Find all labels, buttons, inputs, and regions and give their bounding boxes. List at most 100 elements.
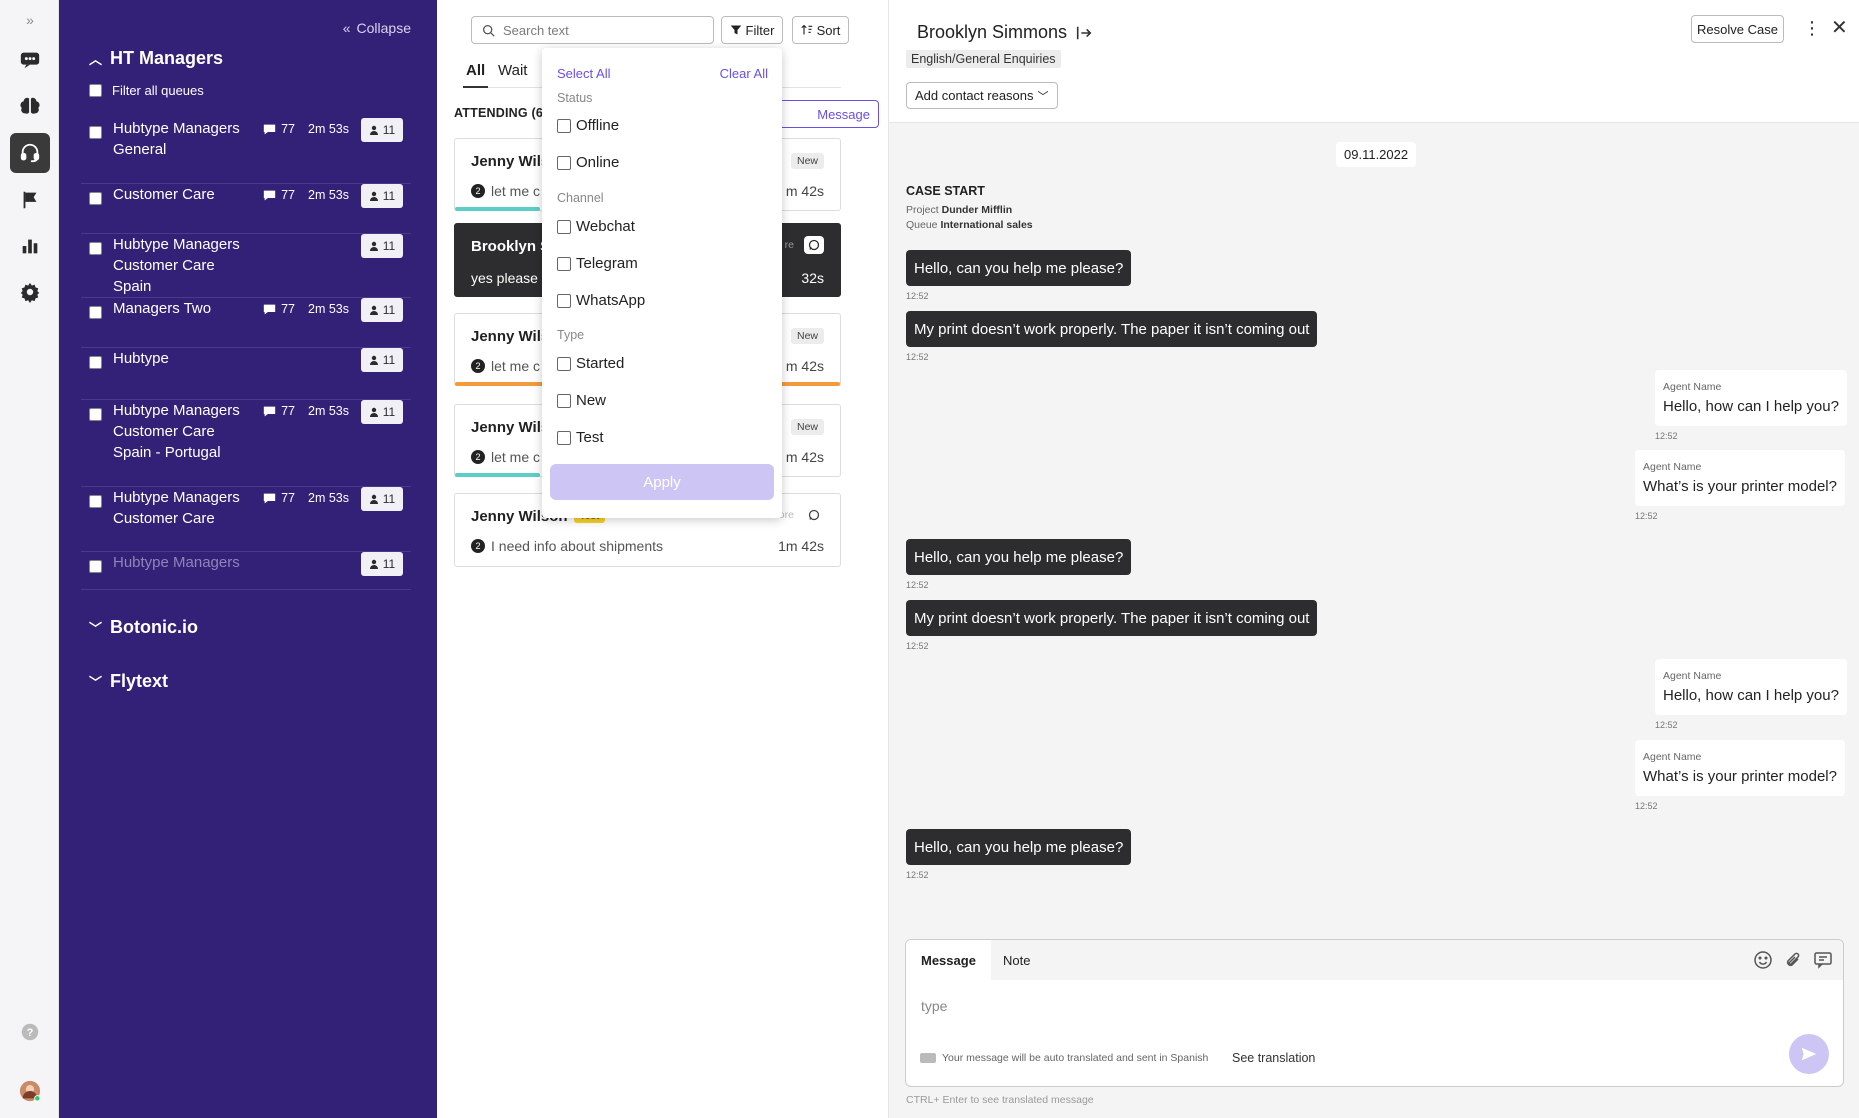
queue-item[interactable]: Hubtype Managers Customer Care Spain - P…	[81, 400, 411, 487]
close-icon[interactable]: ✕	[1831, 18, 1848, 38]
filter-option-new[interactable]: New	[557, 392, 606, 409]
brain-icon[interactable]	[10, 86, 50, 126]
checkbox[interactable]	[557, 393, 571, 408]
tab-waiting[interactable]: Wait	[495, 62, 530, 88]
queue-name: Hubtype	[113, 350, 169, 367]
checkbox[interactable]	[89, 356, 102, 369]
chat-bot-icon[interactable]	[10, 40, 50, 80]
sort-button[interactable]: Sort	[792, 16, 849, 44]
filter-all-queues[interactable]: Filter all queues	[89, 83, 204, 98]
open-contact-icon[interactable]	[1075, 24, 1093, 42]
checkbox[interactable]	[89, 192, 102, 205]
case-preview: 2I need info about shipments	[471, 538, 663, 554]
checkbox[interactable]	[89, 495, 102, 508]
filter-option-offline[interactable]: Offline	[557, 117, 619, 134]
filter-option-webchat[interactable]: Webchat	[557, 218, 635, 235]
send-icon	[1801, 1047, 1817, 1061]
new-badge: New	[790, 328, 824, 344]
filter-option-whatsapp[interactable]: WhatsApp	[557, 292, 645, 309]
checkbox[interactable]	[557, 155, 571, 170]
case-contact-name: Jenny Wils	[471, 153, 550, 170]
filter-button[interactable]: Filter	[721, 16, 783, 44]
queue-group-title: HT Managers	[110, 48, 224, 68]
queue-name: Hubtype Managers Customer Care Spain - P…	[113, 402, 240, 461]
help-icon[interactable]: ?	[10, 1012, 50, 1052]
person-icon	[369, 559, 378, 569]
case-start-info: CASE START Project Dunder Mifflin Queue …	[906, 184, 1033, 231]
checkbox[interactable]	[557, 293, 571, 308]
case-contact-name: Jenny Wils	[471, 419, 550, 436]
queue-item[interactable]: Hubtype Managers 11	[81, 552, 411, 590]
apply-button[interactable]: Apply	[550, 464, 774, 500]
search-input[interactable]: Search text	[471, 16, 714, 44]
new-badge: New	[790, 419, 824, 435]
filter-option-started[interactable]: Started	[557, 355, 624, 372]
chevron-down-icon: ﹀	[89, 621, 103, 636]
filter-option-test[interactable]: Test	[557, 429, 604, 446]
case-preview: 2 let me c	[471, 449, 540, 465]
checkbox[interactable]	[89, 560, 102, 573]
queue-item[interactable]: Hubtype Managers General 77 2m 53s 11	[81, 118, 411, 184]
agent-message: Agent Name Hello, how can I help you?	[1655, 659, 1847, 715]
select-all-link[interactable]: Select All	[557, 66, 610, 81]
message-input[interactable]: type	[921, 998, 947, 1014]
expand-icon[interactable]: »	[10, 0, 50, 40]
more-options-icon[interactable]: ⋮	[1803, 19, 1821, 37]
checkbox[interactable]	[89, 242, 102, 255]
case-time: 32s	[801, 270, 824, 286]
checkbox[interactable]	[557, 256, 571, 271]
flag-icon[interactable]	[10, 180, 50, 220]
canned-responses-icon[interactable]	[1813, 950, 1833, 970]
unread-count: 2	[471, 184, 485, 198]
headset-icon[interactable]	[10, 133, 50, 173]
checkbox[interactable]	[557, 430, 571, 445]
checkbox[interactable]	[89, 84, 102, 97]
checkbox[interactable]	[557, 356, 571, 371]
checkbox[interactable]	[89, 306, 102, 319]
chat-icon	[263, 190, 276, 200]
tab-note[interactable]: Note	[988, 940, 1045, 980]
checkbox[interactable]	[89, 408, 102, 421]
resolve-case-button[interactable]: Resolve Case	[1691, 15, 1784, 43]
queue-group-botonic[interactable]: ﹀ Botonic.io	[89, 617, 198, 638]
queue-item[interactable]: Customer Care 77 2m 53s 11	[81, 184, 411, 234]
chat-icon	[263, 304, 276, 314]
customer-message: Hello, can you help me please?	[906, 829, 1132, 865]
queue-item[interactable]: Hubtype Managers Customer Care Spain 11	[81, 234, 411, 298]
emoji-icon[interactable]	[1753, 950, 1773, 970]
see-translation-link[interactable]: See translation	[1232, 1051, 1315, 1065]
person-icon	[369, 241, 378, 251]
queue-item[interactable]: Hubtype Managers Customer Care 77 2m 53s…	[81, 487, 411, 552]
person-icon	[369, 407, 378, 417]
attachment-icon[interactable]	[1783, 950, 1803, 970]
queue-item[interactable]: Hubtype 11	[81, 348, 411, 400]
message-composer: Message Note type Your message will be a…	[905, 939, 1844, 1087]
filter-option-online[interactable]: Online	[557, 154, 619, 171]
bar-chart-icon[interactable]	[10, 226, 50, 266]
app-root: » ? « Collapse ︿ HT Managers Filter all …	[0, 0, 1859, 1118]
checkbox[interactable]	[557, 118, 571, 133]
collapse-button[interactable]: « Collapse	[343, 20, 411, 36]
icon-rail: » ?	[0, 0, 59, 1118]
conversation-panel: Brooklyn Simmons English/General Enquiri…	[889, 0, 1859, 1118]
clear-all-link[interactable]: Clear All	[720, 66, 768, 81]
contact-reasons-dropdown[interactable]: Add contact reasons ﹀	[906, 82, 1058, 109]
tab-all[interactable]: All	[463, 62, 489, 88]
checkbox[interactable]	[557, 219, 571, 234]
avatar[interactable]	[10, 1071, 50, 1111]
queue-group-ht-managers[interactable]: ︿ HT Managers	[89, 48, 223, 69]
chevron-up-icon: ︿	[89, 52, 103, 67]
contact-name[interactable]: Brooklyn Simmons	[917, 22, 1093, 43]
send-button[interactable]	[1789, 1034, 1829, 1074]
checkbox[interactable]	[89, 126, 102, 139]
queue-item[interactable]: Managers Two 77 2m 53s 11	[81, 298, 411, 348]
person-icon	[369, 355, 378, 365]
tab-message[interactable]: Message	[906, 940, 991, 980]
search-icon	[482, 24, 495, 37]
customer-message: My print doesn’t work properly. The pape…	[906, 311, 1318, 347]
queue-group-flytext[interactable]: ﹀ Flytext	[89, 671, 168, 692]
person-icon	[369, 494, 378, 504]
settings-icon[interactable]	[10, 272, 50, 312]
filter-option-telegram[interactable]: Telegram	[557, 255, 638, 272]
svg-text:?: ?	[27, 1027, 34, 1039]
